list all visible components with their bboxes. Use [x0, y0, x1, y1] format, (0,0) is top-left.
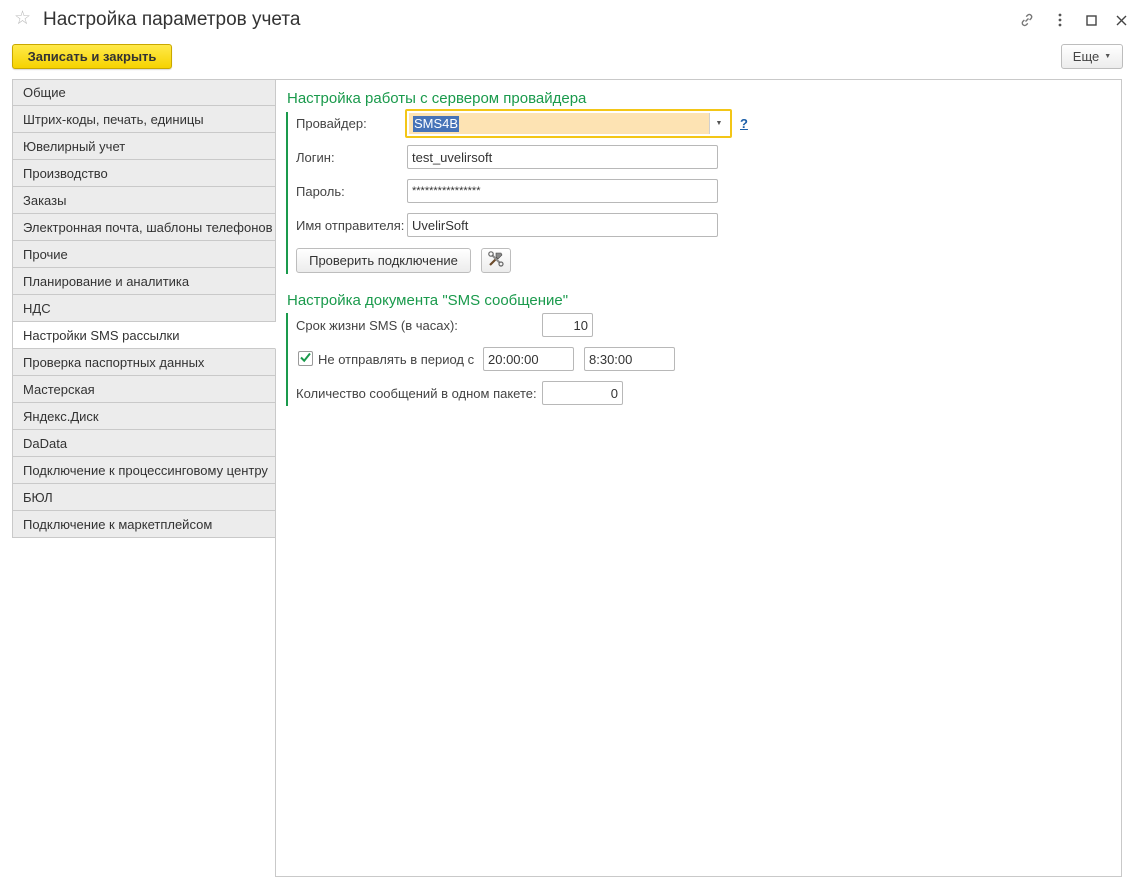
sidebar-item-passport[interactable]: Проверка паспортных данных: [12, 349, 276, 376]
sidebar-item-workshop[interactable]: Мастерская: [12, 376, 276, 403]
hammer-wrench-icon: [487, 250, 505, 271]
sidebar-item-dadata[interactable]: DaData: [12, 430, 276, 457]
period-to-field[interactable]: 8:30:00: [584, 347, 675, 371]
sidebar-item-orders[interactable]: Заказы: [12, 187, 276, 214]
sidebar-item-other[interactable]: Прочие: [12, 241, 276, 268]
help-link[interactable]: ?: [740, 116, 748, 131]
sidebar-item-bul[interactable]: БЮЛ: [12, 484, 276, 511]
tools-button[interactable]: [481, 248, 511, 273]
checkmark-icon: [299, 351, 312, 367]
provider-select-value: SMS4B: [409, 113, 710, 134]
provider-label: Провайдер:: [296, 116, 367, 131]
period-from-field[interactable]: 20:00:00: [483, 347, 574, 371]
password-label: Пароль:: [296, 184, 345, 199]
sidebar-item-production[interactable]: Производство: [12, 160, 276, 187]
title-bar: ☆ Настройка параметров учета: [0, 0, 1141, 40]
provider-section-title: Настройка работы с сервером провайдера: [287, 90, 587, 107]
sender-name-label: Имя отправителя:: [296, 218, 405, 233]
star-icon[interactable]: ☆: [14, 9, 31, 29]
password-field[interactable]: ****************: [407, 179, 718, 203]
provider-selected-text: SMS4B: [413, 115, 460, 132]
check-connection-button[interactable]: Проверить подключение: [296, 248, 471, 273]
sidebar-item-vat[interactable]: НДС: [12, 295, 276, 322]
batch-size-label: Количество сообщений в одном пакете:: [296, 386, 537, 401]
sms-section-bar: [286, 313, 288, 406]
sms-lifetime-label: Срок жизни SMS (в часах):: [296, 318, 458, 333]
more-button-label: Еще: [1072, 49, 1100, 64]
sidebar-item-barcodes[interactable]: Штрих-коды, печать, единицы: [12, 106, 276, 133]
sidebar-item-processing[interactable]: Подключение к процессинговому центру: [12, 457, 276, 484]
chevron-down-icon[interactable]: ▼: [709, 113, 728, 134]
sidebar-item-jewelry[interactable]: Ювелирный учет: [12, 133, 276, 160]
sms-lifetime-field[interactable]: 10: [542, 313, 593, 337]
sidebar-item-general[interactable]: Общие: [12, 79, 276, 106]
maximize-icon[interactable]: [1081, 10, 1101, 30]
batch-size-field[interactable]: 0: [542, 381, 623, 405]
sidebar-item-sms[interactable]: Настройки SMS рассылки: [12, 322, 276, 349]
dont-send-checkbox[interactable]: [298, 351, 313, 366]
provider-section-bar: [286, 112, 288, 274]
login-field[interactable]: test_uvelirsoft: [407, 145, 718, 169]
settings-sidebar: Общие Штрих-коды, печать, единицы Ювелир…: [12, 79, 276, 538]
sidebar-item-marketplace[interactable]: Подключение к маркетплейсом: [12, 511, 276, 538]
window-title: Настройка параметров учета: [43, 9, 301, 30]
kebab-menu-icon[interactable]: [1050, 10, 1070, 30]
sidebar-item-planning[interactable]: Планирование и аналитика: [12, 268, 276, 295]
sidebar-item-yandex-disk[interactable]: Яндекс.Диск: [12, 403, 276, 430]
chevron-down-icon: ▼: [1104, 53, 1112, 60]
provider-select[interactable]: SMS4B ▼: [405, 109, 732, 138]
close-icon[interactable]: [1111, 10, 1131, 30]
login-label: Логин:: [296, 150, 335, 165]
dont-send-label: Не отправлять в период с: [318, 352, 475, 367]
sender-name-field[interactable]: UvelirSoft: [407, 213, 718, 237]
sms-section-title: Настройка документа "SMS сообщение": [287, 292, 569, 309]
sidebar-item-email[interactable]: Электронная почта, шаблоны телефонов: [12, 214, 276, 241]
save-and-close-button[interactable]: Записать и закрыть: [12, 44, 172, 69]
more-button[interactable]: Еще ▼: [1061, 44, 1123, 69]
link-icon[interactable]: [1017, 10, 1037, 30]
